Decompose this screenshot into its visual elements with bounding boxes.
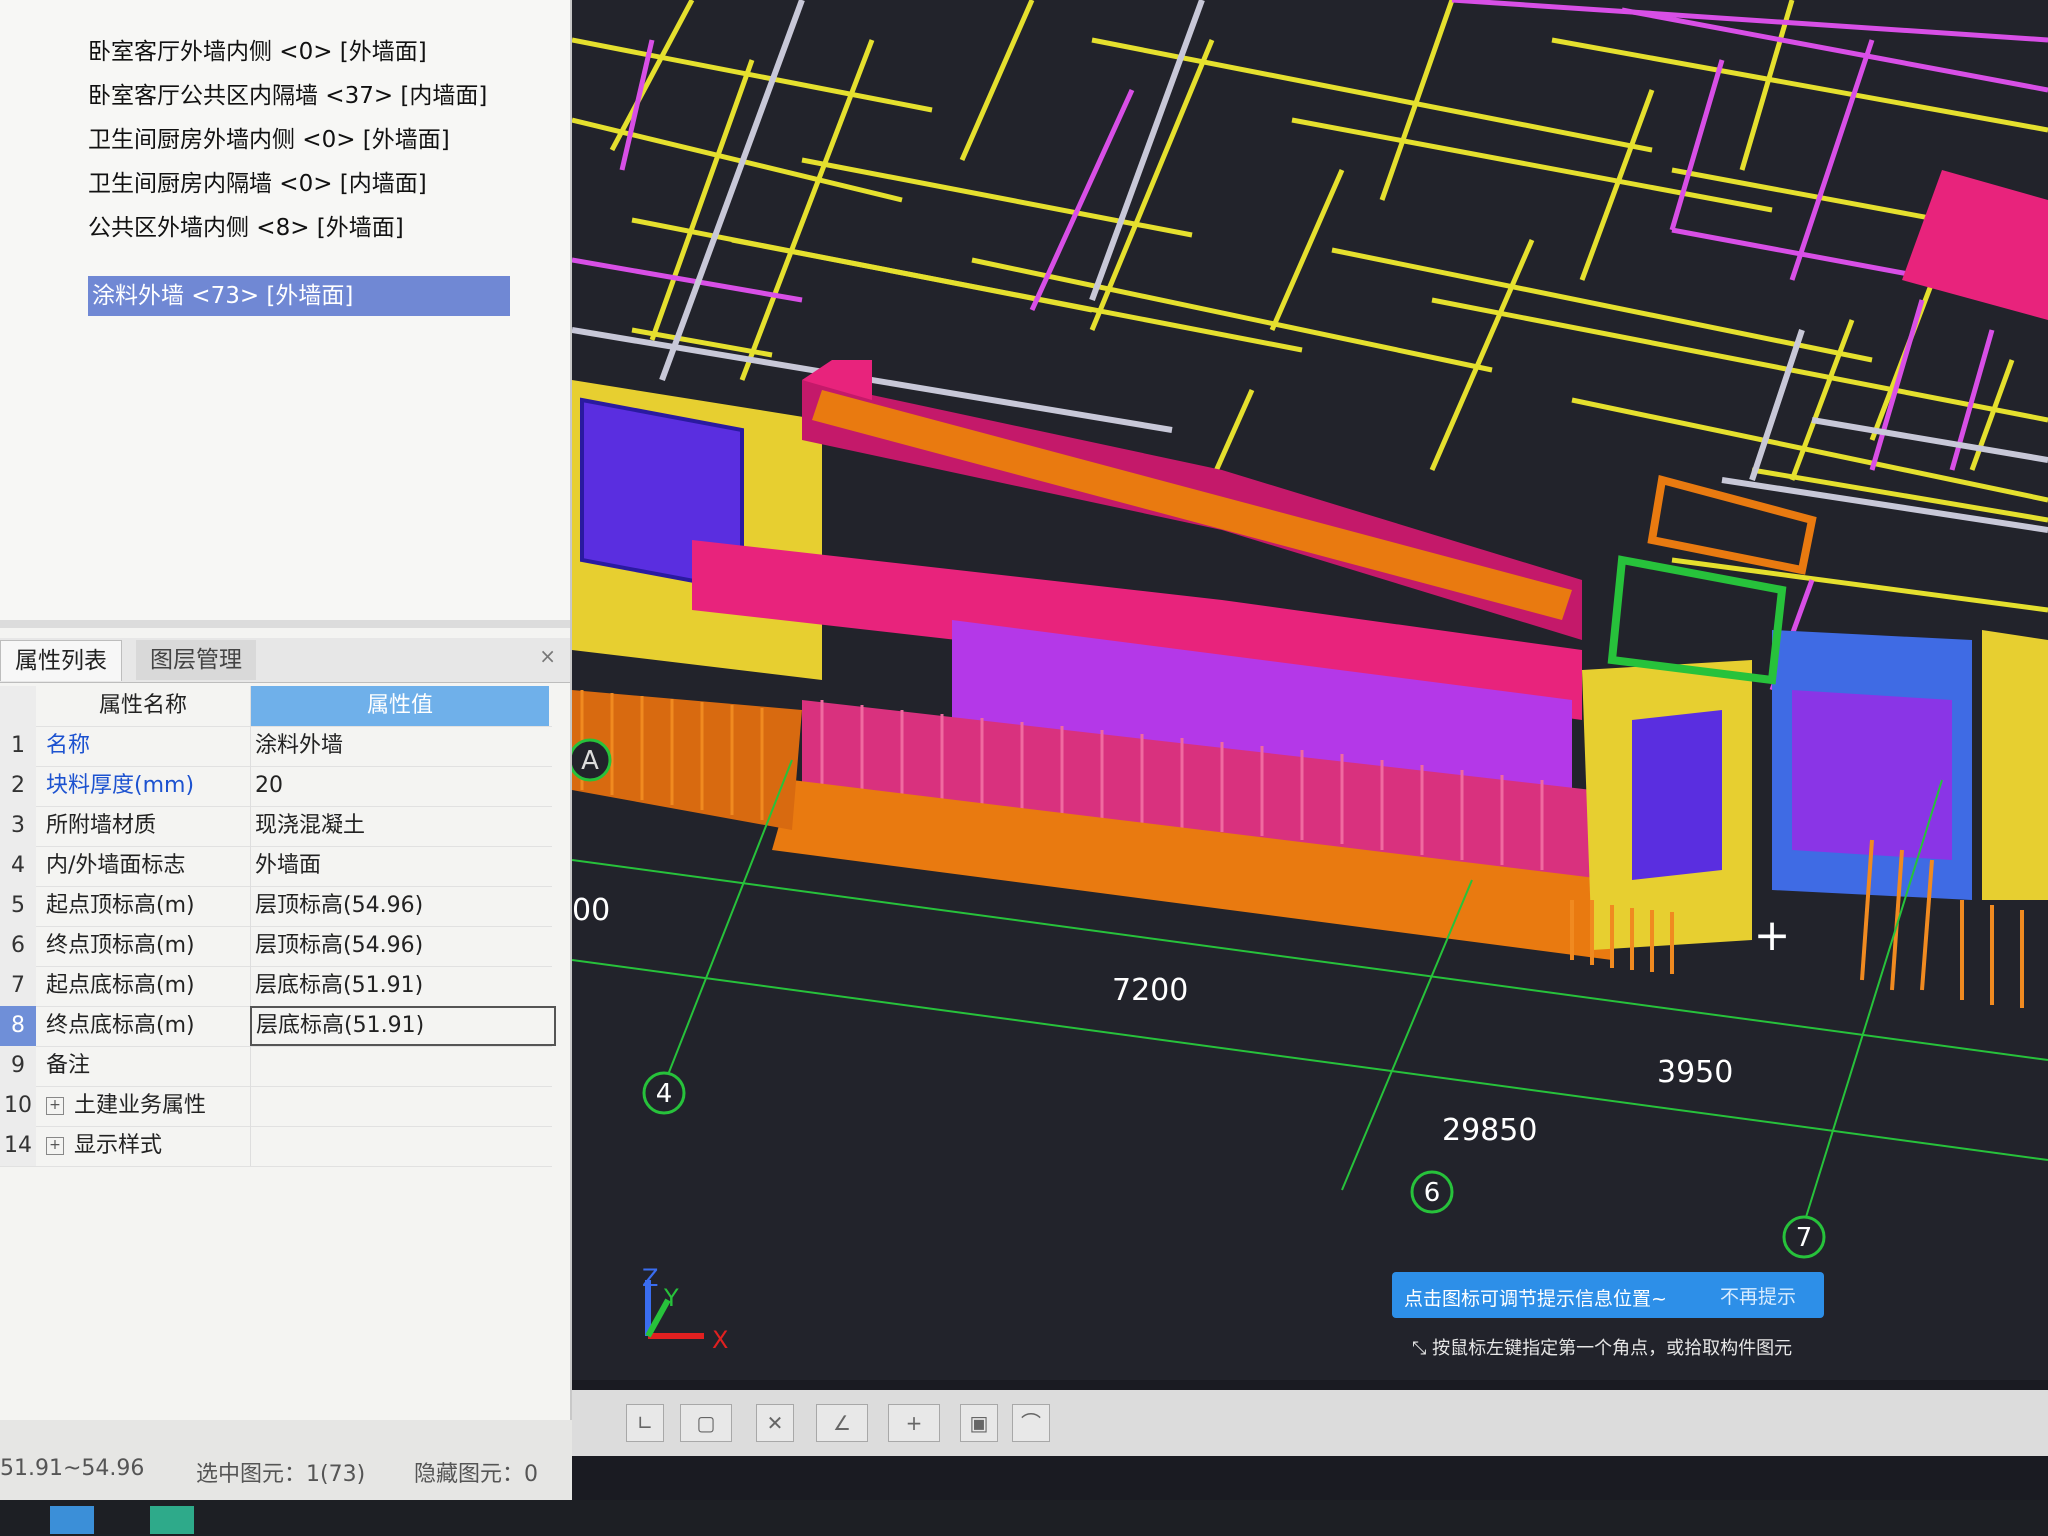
table-row[interactable]: 3 所附墙材质 现浇混凝土 [0,806,552,847]
crosshair-cursor: + [1754,910,1791,961]
dimension-7200: 7200 [1112,973,1188,1008]
property-value[interactable]: 20 [250,766,553,806]
corner-pick-icon: ⤡ [1412,1338,1433,1359]
property-group-label: 显示样式 [74,1133,163,1158]
tab-property-list[interactable]: 属性列表 [0,640,122,681]
property-value[interactable]: 层顶标高(54.96) [250,886,553,926]
property-value[interactable]: 层顶标高(54.96) [250,926,553,966]
row-number: 9 [0,1046,36,1086]
3d-viewport[interactable]: 4 6 7 A 00 7200 3950 29850 + Z Y X 点击图标可… [572,0,2048,1380]
property-name: 名称 [46,733,91,758]
wall-finish-tree: 卧室客厅外墙内侧 <0> [外墙面] 卧室客厅公共区内隔墙 <37> [内墙面]… [0,0,570,620]
bottom-toolbar: ∟ ▢ ✕ ∠ + ▣ ⌒ [572,1390,2048,1456]
property-name: 块料厚度(mm) [46,773,195,798]
property-name: 起点底标高(m) [46,973,195,998]
select-box-icon[interactable]: ▢ [680,1404,732,1442]
property-value[interactable] [250,1086,553,1126]
property-name: + 土建业务属性 [40,1086,252,1126]
ortho-icon[interactable]: ∟ [626,1404,664,1442]
triad-y: Y [663,1284,679,1312]
table-row[interactable]: 2 块料厚度(mm) 20 [0,766,552,807]
dimension-29850: 29850 [1442,1113,1537,1148]
property-value[interactable]: 层底标高(51.91) [250,966,553,1006]
app-icon[interactable] [150,1506,194,1534]
table-row[interactable]: 9 备注 [0,1046,552,1087]
property-name: + 显示样式 [40,1126,252,1166]
property-tabs: 属性列表 图层管理 × [0,638,570,683]
row-number: 2 [0,766,36,806]
axis-label-4: 4 [656,1079,673,1109]
partial-dimension: 00 [572,893,610,928]
row-number: 4 [0,846,36,886]
property-name: 终点顶标高(m) [46,933,195,958]
row-number: 6 [0,926,36,966]
row-number: 3 [0,806,36,846]
add-point-icon[interactable]: + [888,1404,940,1442]
model-render[interactable]: 4 6 7 A 00 7200 3950 29850 + Z Y X [572,0,2048,1380]
layer-icon[interactable]: ▣ [960,1404,998,1442]
left-panel: 卧室客厅外墙内侧 <0> [外墙面] 卧室客厅公共区内隔墙 <37> [内墙面]… [0,0,572,1420]
pane-splitter[interactable] [0,620,570,628]
tree-item[interactable]: 卧室客厅外墙内侧 <0> [外墙面] [88,32,427,72]
table-row[interactable]: 6 终点顶标高(m) 层顶标高(54.96) [0,926,552,967]
row-label-a: A [581,746,599,776]
property-value[interactable] [250,1126,553,1166]
table-row[interactable]: 7 起点底标高(m) 层底标高(51.91) [0,966,552,1007]
table-row[interactable]: 14 + 显示样式 [0,1126,552,1167]
tree-item[interactable]: 卧室客厅公共区内隔墙 <37> [内墙面] [88,76,487,116]
row-number: 1 [0,726,36,766]
header-name: 属性名称 [98,693,187,718]
header-num [0,686,36,726]
row-number: 14 [0,1126,36,1166]
property-value[interactable]: 外墙面 [250,846,553,886]
taskbar [0,1500,2048,1536]
property-value[interactable]: 层底标高(51.91) [250,1006,556,1046]
hint-tooltip[interactable]: 点击图标可调节提示信息位置~ 不再提示 [1392,1272,1824,1318]
property-group-label: 土建业务属性 [74,1093,207,1118]
triad-x: X [712,1326,728,1354]
command-prompt-text: 按鼠标左键指定第一个角点，或拾取构件图元 [1432,1338,1793,1359]
row-number: 7 [0,966,36,1006]
tree-item-selected[interactable]: 涂料外墙 <73> [外墙面] [88,276,510,316]
header-value: 属性值 [250,686,549,726]
expand-icon[interactable]: + [46,1137,64,1155]
property-name: 备注 [46,1053,91,1078]
property-value[interactable]: 现浇混凝土 [250,806,553,846]
property-value[interactable] [250,1046,553,1086]
expand-icon[interactable]: + [46,1097,64,1115]
property-name: 起点顶标高(m) [46,893,195,918]
command-prompt: ⤡ 按鼠标左键指定第一个角点，或拾取构件图元 [1412,1334,1792,1360]
property-name: 内/外墙面标志 [46,853,186,878]
axis-label-6: 6 [1424,1178,1441,1208]
property-name: 所附墙材质 [46,813,157,838]
close-icon[interactable]: × [539,644,556,668]
row-number: 10 [0,1086,36,1126]
table-row[interactable]: 4 内/外墙面标志 外墙面 [0,846,552,887]
delete-icon[interactable]: ✕ [756,1404,794,1442]
table-row[interactable]: 5 起点顶标高(m) 层顶标高(54.96) [0,886,552,927]
elevation-range: 51.91~54.96 [0,1456,145,1481]
property-name: 终点底标高(m) [46,1013,195,1038]
hint-dismiss-link[interactable]: 不再提示 [1720,1282,1796,1309]
tree-item[interactable]: 卫生间厨房外墙内侧 <0> [外墙面] [88,120,450,160]
row-number: 5 [0,886,36,926]
dimension-3950: 3950 [1657,1055,1733,1090]
table-row[interactable]: 8 终点底标高(m) 层底标高(51.91) [0,1006,556,1047]
angle-icon[interactable]: ∠ [816,1404,868,1442]
axis-label-7: 7 [1796,1223,1813,1253]
selected-count: 选中图元：1(73) [196,1462,366,1487]
arc-icon[interactable]: ⌒ [1012,1404,1050,1442]
tree-item[interactable]: 卫生间厨房内隔墙 <0> [内墙面] [88,164,427,204]
hint-message: 点击图标可调节提示信息位置~ [1404,1288,1667,1310]
hidden-count: 隐藏图元：0 [414,1462,538,1487]
property-value[interactable]: 涂料外墙 [250,726,553,766]
table-row[interactable]: 10 + 土建业务属性 [0,1086,552,1127]
app-icon[interactable] [50,1506,94,1534]
table-row[interactable]: 1 名称 涂料外墙 [0,726,552,767]
table-header: 属性名称 属性值 [0,686,552,727]
triad-z: Z [642,1264,658,1292]
tab-layer-manager[interactable]: 图层管理 [136,640,256,680]
tree-item[interactable]: 公共区外墙内侧 <8> [外墙面] [88,208,404,248]
row-number: 8 [0,1006,36,1046]
